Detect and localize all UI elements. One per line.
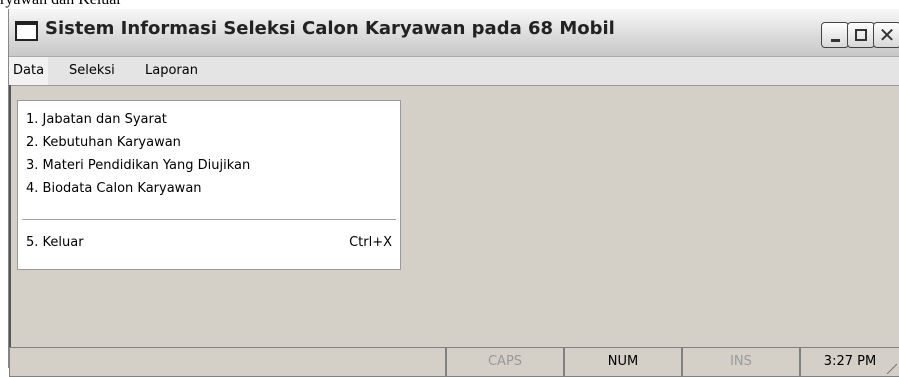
status-panel-ins: INS [682, 347, 800, 377]
title-bar[interactable]: Sistem Informasi Seleksi Calon Karyawan … [9, 9, 899, 57]
menu-separator [22, 219, 396, 220]
menu-item-biodata-calon-karyawan[interactable]: 4. Biodata Calon Karyawan [18, 177, 400, 200]
menu-item-materi-pendidikan[interactable]: 3. Materi Pendidikan Yang Diujikan [18, 154, 400, 177]
close-icon: ✕ [878, 23, 896, 47]
menu-item-jabatan-dan-syarat[interactable]: 1. Jabatan dan Syarat [18, 108, 400, 131]
status-panel-time: 3:27 PM [800, 347, 899, 377]
menu-item-keluar[interactable]: 5. Keluar Ctrl+X [18, 231, 400, 254]
resize-grip-icon[interactable] [887, 364, 897, 374]
menu-bar: Data Seleksi Laporan [9, 57, 899, 85]
status-panel-num: NUM [564, 347, 682, 377]
menu-item-keluar-shortcut: Ctrl+X [349, 235, 392, 250]
status-panel-caps: CAPS [446, 347, 564, 377]
data-dropdown-menu: 1. Jabatan dan Syarat 2. Kebutuhan Karya… [17, 100, 401, 270]
menu-item-keluar-label: 5. Keluar [26, 235, 84, 250]
status-bar: CAPS NUM INS 3:27 PM [9, 347, 899, 377]
document-background-text: ryawan dan Keluar [0, 0, 122, 9]
close-button[interactable]: ✕ [873, 22, 899, 48]
status-time-text: 3:27 PM [823, 354, 877, 369]
menu-item-kebutuhan-karyawan[interactable]: 2. Kebutuhan Karyawan [18, 131, 400, 154]
window-icon [15, 21, 38, 41]
minimize-button[interactable] [821, 22, 849, 48]
menu-data[interactable]: Data [9, 57, 49, 85]
app-window: Sistem Informasi Seleksi Calon Karyawan … [8, 9, 899, 377]
minimize-icon [830, 38, 840, 42]
menu-seleksi[interactable]: Seleksi [65, 57, 119, 85]
window-title: Sistem Informasi Seleksi Calon Karyawan … [45, 18, 615, 39]
menu-laporan[interactable]: Laporan [141, 57, 202, 85]
maximize-icon [855, 29, 867, 41]
status-panel-main [9, 347, 446, 377]
client-left-border [9, 85, 11, 347]
maximize-button[interactable] [847, 22, 875, 48]
